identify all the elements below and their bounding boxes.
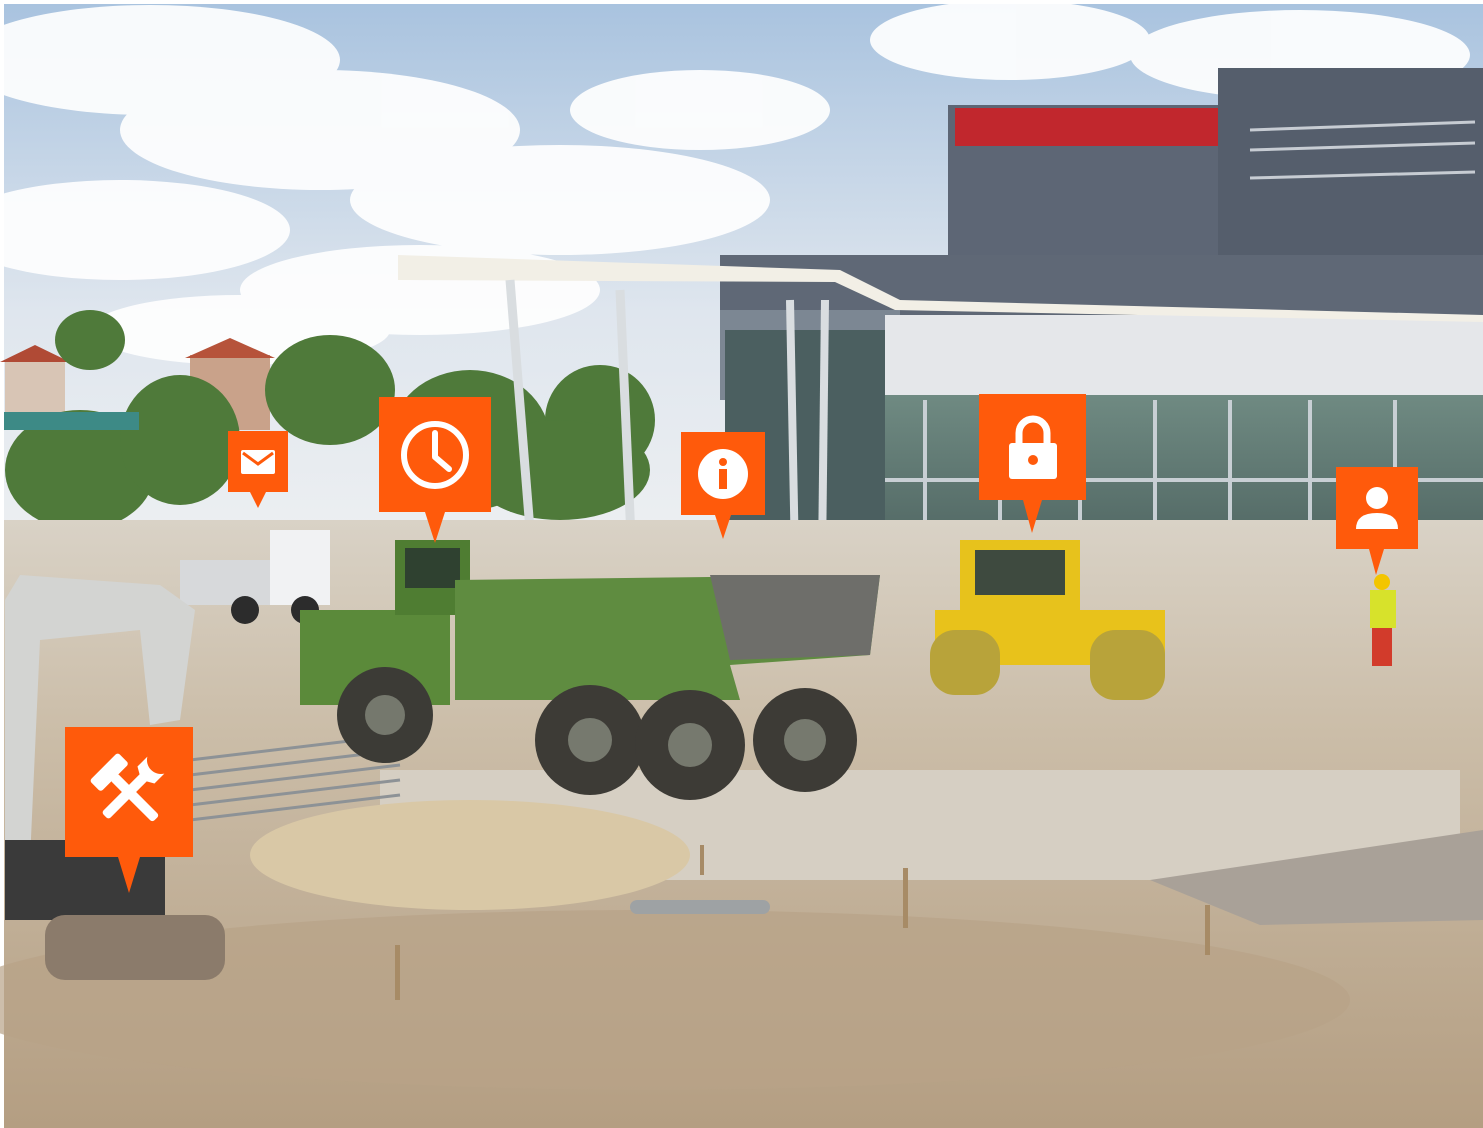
user-marker[interactable] [1336,467,1418,575]
mail-marker[interactable] [228,431,288,508]
envelope-icon [228,431,288,492]
hammer-wrench-icon [65,727,193,857]
clock-icon [379,397,491,512]
tools-marker[interactable] [65,727,193,893]
user-icon [1336,467,1418,549]
construction-site-photo [0,0,1483,1128]
green-roof [4,412,139,430]
lock-marker[interactable] [979,394,1086,533]
clock-marker[interactable] [379,397,491,543]
info-marker[interactable] [681,432,765,539]
construction-site-scene [0,0,1483,1128]
info-icon [681,432,765,515]
lock-icon [979,394,1086,500]
sand-pile [250,800,690,910]
